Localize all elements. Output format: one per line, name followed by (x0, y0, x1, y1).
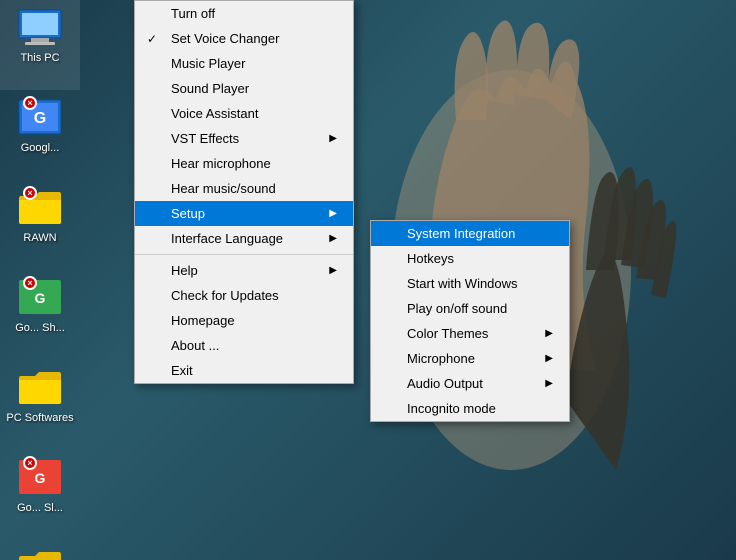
books-folder-icon (17, 548, 63, 560)
menu-item-hotkeys[interactable]: Hotkeys (371, 246, 569, 271)
icon-error-badge: × (23, 456, 37, 470)
icon-label: RAWN (23, 232, 56, 245)
folder2-icon (17, 368, 63, 406)
menu-item-audio-output[interactable]: Audio Output ▶ (371, 371, 569, 396)
menu-item-turn-off[interactable]: Turn off (135, 1, 353, 26)
menu-item-music-player[interactable]: Music Player (135, 51, 353, 76)
svg-text:G: G (35, 470, 46, 486)
desktop-icon-books[interactable]: Books (0, 540, 80, 560)
menu-item-help[interactable]: Help ▶ (135, 258, 353, 283)
menu-item-set-voice-changer[interactable]: ✓ Set Voice Changer (135, 26, 353, 51)
menu-item-about[interactable]: About ... (135, 333, 353, 358)
svg-text:G: G (35, 290, 46, 306)
desktop: This PC G × Googl... × (0, 0, 736, 560)
menu-item-start-with-windows[interactable]: Start with Windows (371, 271, 569, 296)
icon-label: Go... Sh... (15, 322, 65, 335)
menu-item-system-integration[interactable]: System Integration (371, 221, 569, 246)
arrow-icon: ▶ (545, 328, 553, 339)
desktop-icon-google2[interactable]: G × Go... Sh... (0, 270, 80, 360)
desktop-icon-pc-softwares[interactable]: PC Softwares (0, 360, 80, 450)
arrow-icon: ▶ (329, 208, 337, 219)
menu-item-check-updates[interactable]: Check for Updates (135, 283, 353, 308)
menu-item-interface-language[interactable]: Interface Language ▶ (135, 226, 353, 251)
menu-separator (135, 254, 353, 255)
menu-item-hear-microphone[interactable]: Hear microphone (135, 151, 353, 176)
menu-item-play-onoff-sound[interactable]: Play on/off sound (371, 296, 569, 321)
menu-item-hear-music-sound[interactable]: Hear music/sound (135, 176, 353, 201)
menu-item-microphone[interactable]: Microphone ▶ (371, 346, 569, 371)
menu-item-incognito-mode[interactable]: Incognito mode (371, 396, 569, 421)
icon-label: Googl... (21, 142, 60, 155)
icon-label: PC Softwares (6, 412, 73, 425)
pc-icon (17, 8, 63, 46)
svg-text:G: G (34, 110, 46, 127)
menu-item-exit[interactable]: Exit (135, 358, 353, 383)
menu-item-setup[interactable]: Setup ▶ (135, 201, 353, 226)
arrow-icon: ▶ (329, 265, 337, 276)
checkmark-icon: ✓ (147, 32, 157, 46)
desktop-icon-this-pc[interactable]: This PC (0, 0, 80, 90)
icon-label: Go... Sl... (17, 502, 63, 515)
menu-item-homepage[interactable]: Homepage (135, 308, 353, 333)
arrow-icon: ▶ (545, 353, 553, 364)
menu-item-color-themes[interactable]: Color Themes ▶ (371, 321, 569, 346)
desktop-icon-rawn[interactable]: × RAWN (0, 180, 80, 270)
menu-item-voice-assistant[interactable]: Voice Assistant (135, 101, 353, 126)
secondary-context-menu: System Integration Hotkeys Start with Wi… (370, 220, 570, 422)
menu-item-sound-player[interactable]: Sound Player (135, 76, 353, 101)
arrow-icon: ▶ (329, 133, 337, 144)
arrow-icon: ▶ (329, 233, 337, 244)
icon-error-badge: × (23, 276, 37, 290)
primary-context-menu: Turn off ✓ Set Voice Changer Music Playe… (134, 0, 354, 384)
icon-error-badge: × (23, 186, 37, 200)
icon-error-badge: × (23, 96, 37, 110)
menu-item-vst-effects[interactable]: VST Effects ▶ (135, 126, 353, 151)
desktop-icon-google3[interactable]: G × Go... Sl... (0, 450, 80, 540)
arrow-icon: ▶ (545, 378, 553, 389)
desktop-icon-google[interactable]: G × Googl... (0, 90, 80, 180)
icon-label: This PC (20, 52, 59, 65)
